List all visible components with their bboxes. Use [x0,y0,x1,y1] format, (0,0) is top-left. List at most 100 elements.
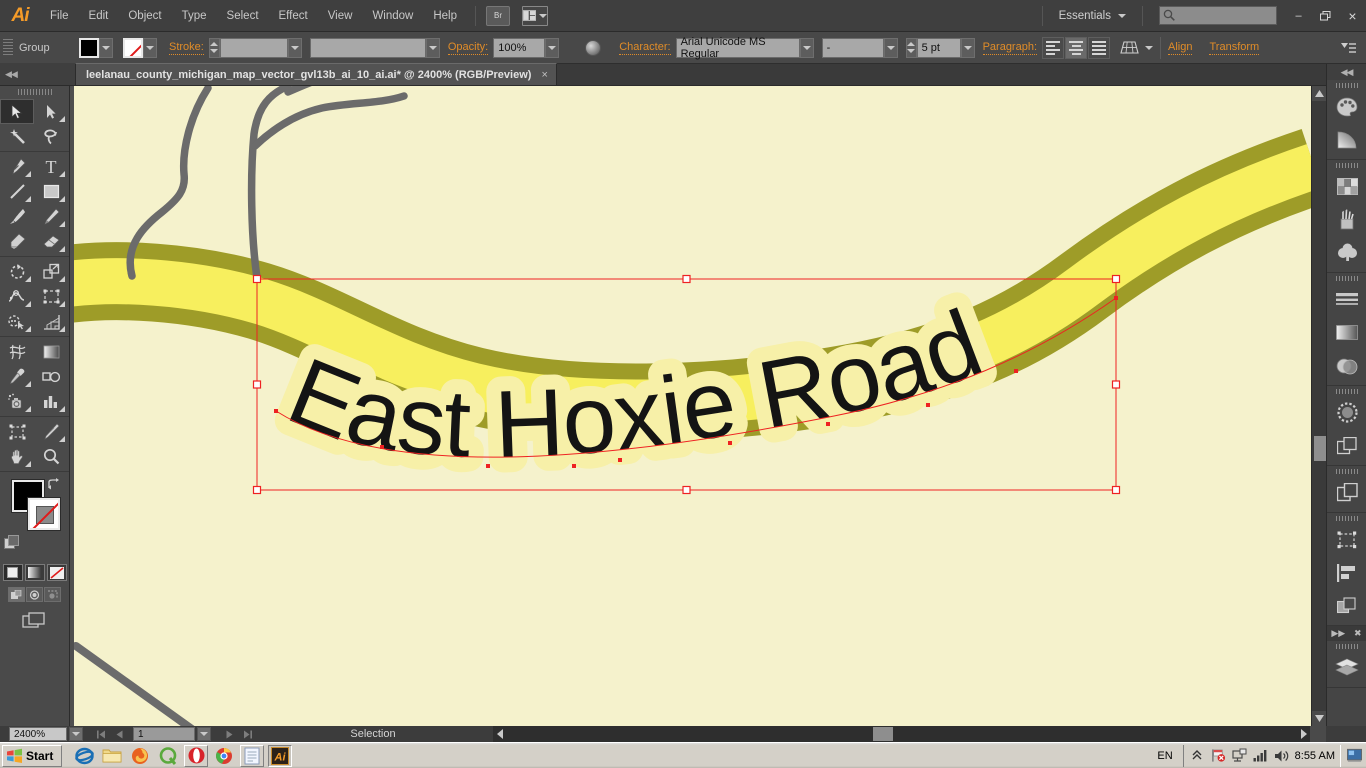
font-style-control[interactable]: - [821,37,898,58]
artboards-panel-icon[interactable] [1327,476,1366,509]
align-center-button[interactable] [1065,36,1088,59]
opacity-input[interactable]: 100% [493,37,546,58]
artboard-tool[interactable] [0,419,34,444]
stroke-weight-stepper[interactable] [208,37,220,58]
fill-dropdown-button[interactable] [99,37,113,58]
transparency-panel-icon[interactable] [1327,349,1366,382]
align-justify-button[interactable] [1088,36,1111,59]
align-left-button[interactable] [1042,36,1065,59]
shape-builder-tool[interactable] [0,309,34,334]
draw-normal-button[interactable] [8,587,25,602]
pathfinder-panel-icon[interactable] [1327,589,1366,622]
layers-panel-icon[interactable] [1327,651,1366,684]
control-bar-grip[interactable] [3,38,13,57]
close-panel-button[interactable]: ✖ [1354,628,1362,639]
default-fill-stroke-icon[interactable] [4,535,19,549]
chevron-down-icon[interactable] [1145,45,1154,50]
notepad-icon[interactable] [240,744,265,767]
width-tool[interactable] [0,284,34,309]
zoom-tool[interactable] [34,444,68,469]
scroll-down-button[interactable] [1312,711,1326,726]
magic-wand-tool[interactable] [0,124,34,149]
stroke-profile-input[interactable] [309,37,426,58]
close-button[interactable]: × [1339,5,1366,26]
next-artboard-button[interactable] [221,727,237,741]
font-family-dropdown[interactable] [799,37,814,58]
menu-edit[interactable]: Edit [79,6,119,26]
type-tool[interactable]: T [34,154,68,179]
zoom-level-input[interactable]: 2400% [9,727,67,741]
qupzilla-icon[interactable] [156,745,180,767]
volume-icon[interactable] [1274,748,1289,763]
stroke-weight-dropdown[interactable] [287,37,302,58]
resize-grip[interactable] [1310,726,1326,742]
dock-group-grip[interactable] [1327,641,1366,651]
align-panel-link[interactable]: Align [1168,41,1193,55]
stroke-color-control[interactable] [123,37,157,58]
chevron-down-icon[interactable] [539,13,547,18]
symbol-sprayer-tool[interactable] [0,389,34,414]
pencil-tool[interactable] [34,204,68,229]
workspace-switcher[interactable]: Essentials [1051,7,1134,25]
network-icon[interactable] [1232,748,1247,763]
dock-group-grip[interactable] [1327,513,1366,523]
pen-tool[interactable] [0,154,34,179]
color-panel-icon[interactable] [1327,90,1366,123]
font-family-control[interactable]: Arial Unicode MS Regular [675,36,814,60]
change-screen-mode-button[interactable] [21,612,48,635]
menu-window[interactable]: Window [362,6,423,26]
selection-tool[interactable] [0,99,34,124]
transform-panel-link[interactable]: Transform [1209,41,1260,55]
expand-panels-button[interactable]: ▶▶ [1331,628,1345,639]
canvas-area[interactable]: East Hoxie Road East Hoxie Road [70,86,1326,726]
dock-group-grip[interactable] [1327,80,1366,90]
paintbrush-tool[interactable] [0,204,34,229]
control-panel-menu-button[interactable] [1341,42,1357,54]
minimize-button[interactable]: – [1285,5,1312,26]
character-label-link[interactable]: Character: [619,41,671,55]
stroke-profile-dropdown[interactable] [425,37,440,58]
draw-inside-button[interactable] [44,587,61,602]
fill-swatch[interactable] [79,37,99,58]
last-artboard-button[interactable] [239,727,255,741]
restore-button[interactable] [1312,5,1339,26]
swatches-panel-icon[interactable] [1327,170,1366,203]
brushes-panel-icon[interactable] [1327,203,1366,236]
swap-fill-stroke-icon[interactable] [47,478,61,493]
internet-explorer-icon[interactable] [72,745,96,767]
font-size-dropdown[interactable] [960,37,975,58]
dock-group-grip[interactable] [1327,466,1366,476]
blob-brush-tool[interactable] [0,229,34,254]
scroll-right-button[interactable] [1296,726,1310,742]
hand-tool[interactable] [0,444,34,469]
illustrator-taskbar-icon[interactable]: Ai [268,744,293,767]
font-size-input[interactable]: 5 pt [916,37,961,58]
appearance-panel-icon[interactable] [1327,396,1366,429]
dock-collapse-button[interactable]: ◀◀ [1327,64,1366,80]
perspective-selector[interactable] [1120,40,1154,55]
vertical-scroll-thumb[interactable] [1314,436,1326,461]
stroke-weight-input[interactable] [219,37,288,58]
menu-select[interactable]: Select [217,6,269,26]
opera-icon[interactable] [184,744,209,767]
search-input[interactable] [1159,6,1277,25]
first-artboard-button[interactable] [93,727,109,741]
scale-tool[interactable] [34,259,68,284]
document-tab[interactable]: leelanau_county_michigan_map_vector_gvl1… [75,63,557,85]
canvas-horizontal-scrollbar[interactable] [493,726,1326,742]
rotate-tool[interactable] [0,259,34,284]
dock-group-grip[interactable] [1327,273,1366,283]
opacity-control[interactable]: 100% [493,37,560,58]
symbols-panel-icon[interactable] [1327,236,1366,269]
line-segment-tool[interactable] [0,179,34,204]
stroke-swatch-none[interactable] [123,37,143,58]
file-explorer-icon[interactable] [100,745,124,767]
gradient-tool[interactable] [34,339,68,364]
stroke-dropdown-button[interactable] [143,37,157,58]
canvas-vertical-scrollbar[interactable] [1311,86,1326,726]
column-graph-tool[interactable] [34,389,68,414]
menu-object[interactable]: Object [118,6,171,26]
arrange-documents-icon[interactable] [522,5,548,26]
firefox-icon[interactable] [128,745,152,767]
blend-tool[interactable] [34,364,68,389]
